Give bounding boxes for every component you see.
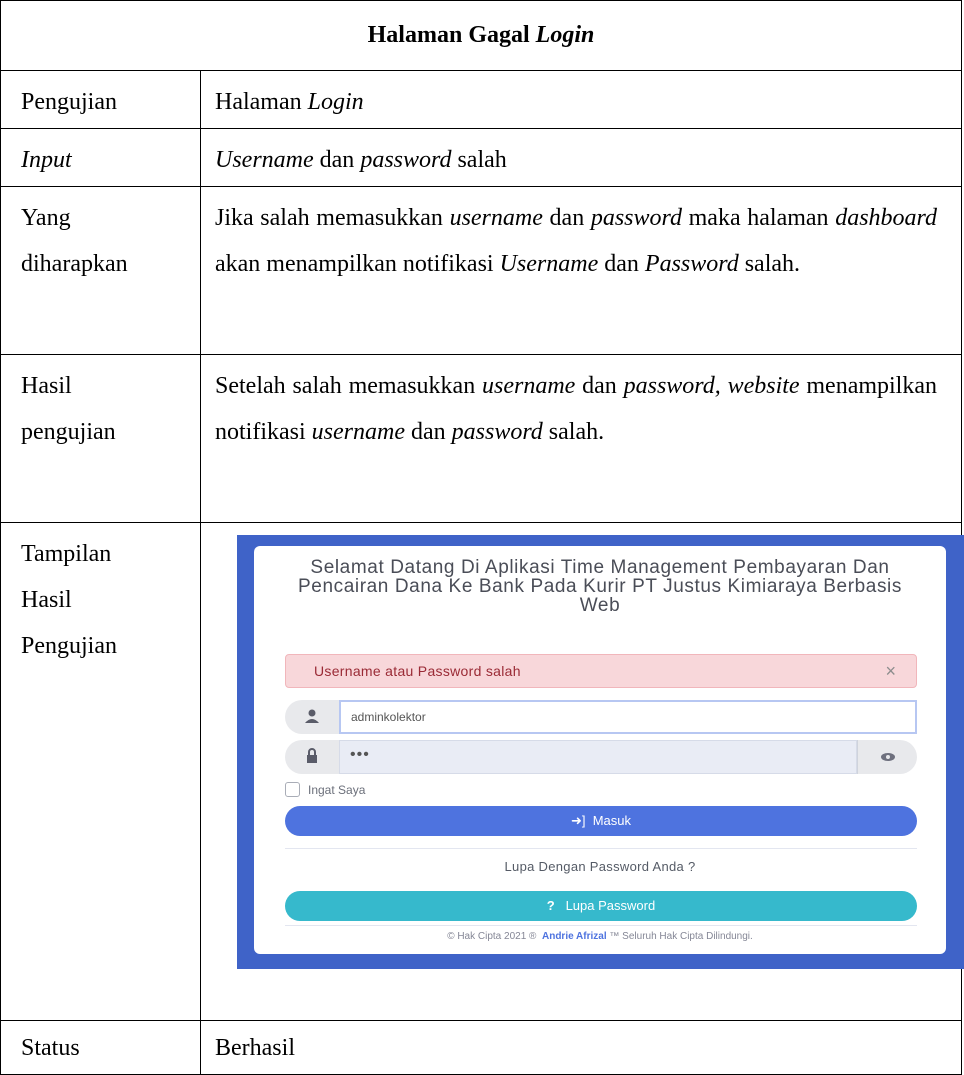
label-status: Status	[1, 1021, 201, 1074]
label-pengujian: Pengujian	[1, 71, 201, 128]
author-link[interactable]: Andrie Afrizal	[542, 931, 607, 942]
lock-icon	[285, 740, 339, 774]
title-text: Halaman Gagal	[367, 22, 536, 48]
value-hasil-pengujian: Setelah salah memasukkan username dan pa…	[215, 373, 937, 445]
label-input: Input	[1, 129, 201, 186]
table-header-row: Halaman Gagal Login	[0, 0, 962, 70]
row-yang-diharapkan: Yang diharapkan Jika salah memasukkan us…	[0, 186, 962, 354]
username-input[interactable]: adminkolektor	[339, 700, 917, 734]
error-alert: Username atau Password salah ×	[285, 654, 917, 688]
label-yang-diharapkan: Yang diharapkan	[1, 187, 201, 354]
row-pengujian: Pengujian Halaman Login	[0, 70, 962, 128]
login-screenshot: Selamat Datang Di Aplikasi Time Manageme…	[237, 535, 964, 969]
forgot-text[interactable]: Lupa Dengan Password Anda ?	[254, 859, 946, 874]
label-tampilan: Tampilan Hasil Pengujian	[1, 523, 201, 1020]
value-input: Username dan password salah	[215, 147, 507, 173]
password-input[interactable]: •••	[339, 740, 857, 774]
row-input: Input Username dan password salah	[0, 128, 962, 186]
label-hasil-pengujian: Hasil pengujian	[1, 355, 201, 522]
eye-icon[interactable]	[857, 740, 917, 774]
table-title: Halaman Gagal Login	[1, 1, 961, 69]
value-yang-diharapkan: Jika salah memasukkan username dan passw…	[215, 205, 937, 277]
remember-checkbox[interactable]	[285, 782, 300, 797]
alert-message: Username atau Password salah	[314, 663, 521, 679]
test-case-table: Halaman Gagal Login Pengujian Halaman Lo…	[0, 0, 964, 1075]
login-card: Selamat Datang Di Aplikasi Time Manageme…	[254, 546, 946, 954]
value-pengujian: Halaman Login	[215, 89, 364, 115]
login-title: Selamat Datang Di Aplikasi Time Manageme…	[298, 557, 902, 616]
user-icon	[285, 700, 339, 734]
close-icon[interactable]: ×	[885, 661, 896, 682]
question-icon: ?	[546, 898, 555, 913]
login-button[interactable]: ➜] Masuk	[285, 806, 917, 836]
copyright: © Hak Cipta 2021 ® Andrie Afrizal ™ Selu…	[447, 931, 753, 942]
value-status: Berhasil	[215, 1035, 295, 1061]
title-italic-text: Login	[535, 22, 595, 48]
row-hasil-pengujian: Hasil pengujian Setelah salah memasukkan…	[0, 354, 962, 522]
row-status: Status Berhasil	[0, 1020, 962, 1075]
remember-me[interactable]: Ingat Saya	[285, 782, 365, 797]
password-group: •••	[285, 740, 917, 774]
divider-2	[285, 925, 917, 926]
divider	[285, 848, 917, 849]
sign-in-icon: ➜]	[570, 813, 586, 828]
remember-label: Ingat Saya	[308, 783, 366, 797]
username-group: adminkolektor	[285, 700, 917, 734]
forgot-password-button[interactable]: ? Lupa Password	[285, 891, 917, 921]
